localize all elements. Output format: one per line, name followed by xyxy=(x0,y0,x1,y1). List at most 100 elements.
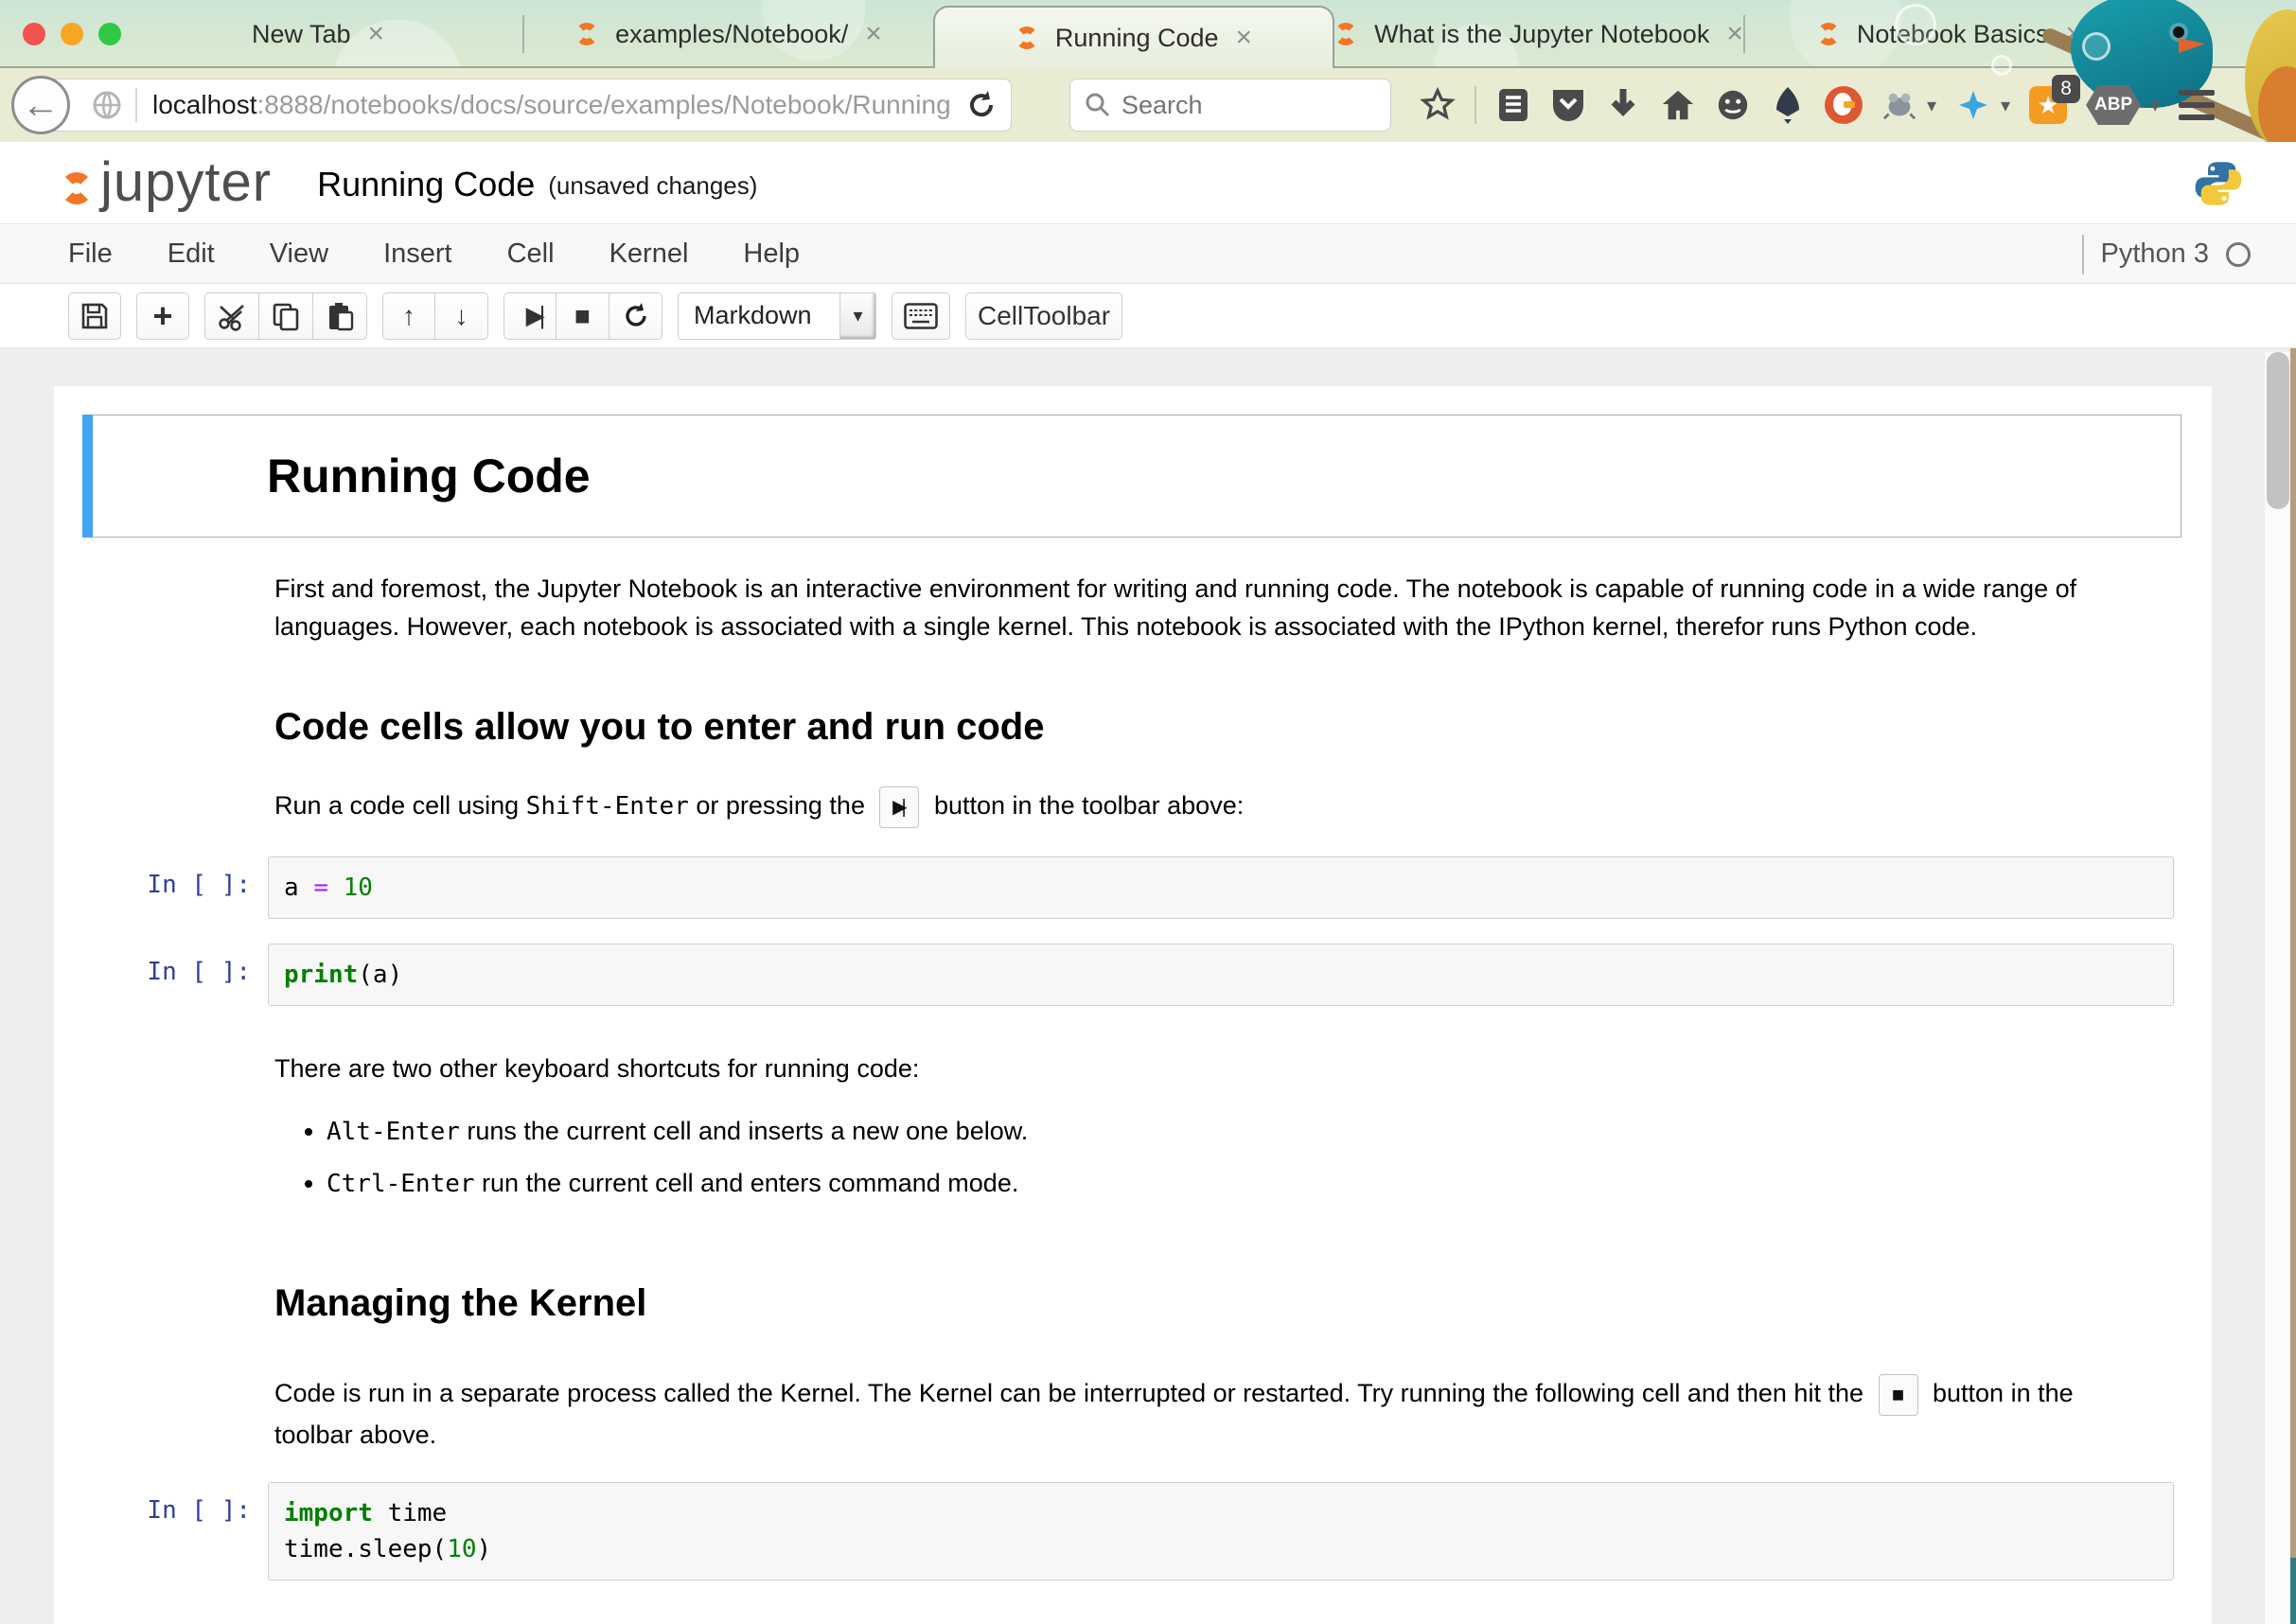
share-icon[interactable] xyxy=(1770,87,1806,123)
tab-close-icon[interactable]: × xyxy=(1726,18,1743,50)
tab-notebook-basics[interactable]: Notebook Basics × xyxy=(1745,0,2154,68)
command-palette-button[interactable] xyxy=(892,292,950,340)
tab-close-icon[interactable]: × xyxy=(368,18,385,50)
code-cell-3[interactable]: In [ ]: import time time.sleep(10) xyxy=(54,1482,2212,1580)
chevron-down-icon[interactable]: ▾ xyxy=(2001,94,2010,117)
menu-edit[interactable]: Edit xyxy=(168,238,215,270)
kernel-status: Python 3 xyxy=(2082,224,2251,284)
tab-close-icon[interactable]: × xyxy=(2066,18,2083,50)
celltoolbar-button[interactable]: CellToolbar xyxy=(965,292,1122,340)
notebook-toolbar: + ↑ ↓ ▶| ■ Markdown ▾ CellToolbar xyxy=(0,284,2296,348)
notebook-menubar: File Edit View Insert Cell Kernel Help P… xyxy=(0,224,2296,284)
run-instructions-paragraph[interactable]: Run a code cell using Shift-Enter or pre… xyxy=(54,786,2212,828)
tab-close-icon[interactable]: × xyxy=(865,18,882,50)
run-cell-button[interactable]: ▶| xyxy=(503,292,556,340)
download-icon[interactable] xyxy=(1605,87,1641,123)
notebook-area: Running Code First and foremost, the Jup… xyxy=(0,348,2296,1624)
scrollbar[interactable] xyxy=(2264,352,2290,1624)
menu-help[interactable]: Help xyxy=(743,238,800,270)
url-bar[interactable]: localhost :8888/notebooks/docs/source/ex… xyxy=(42,79,1012,132)
menu-kernel[interactable]: Kernel xyxy=(609,238,689,270)
home-icon[interactable] xyxy=(1660,87,1696,123)
chevron-down-icon[interactable]: ▾ xyxy=(2150,94,2160,117)
jupyter-logo-text: jupyter xyxy=(100,155,272,210)
tab-title: New Tab xyxy=(252,20,351,49)
kernel-divider xyxy=(2082,235,2084,274)
code-cell-1[interactable]: In [ ]: a = 10 xyxy=(54,856,2212,919)
tab-running-code-active[interactable]: Running Code × xyxy=(933,6,1334,68)
menu-insert[interactable]: Insert xyxy=(383,238,452,270)
window-close-button[interactable] xyxy=(23,23,45,45)
jupyter-favicon xyxy=(575,23,598,45)
list-item: Ctrl-Enter run the current cell and ente… xyxy=(327,1164,2212,1203)
text-run-post: button in the toolbar above: xyxy=(927,791,1244,820)
navbar-icons: ▾ ▾ ★ 8 ABP ▾ xyxy=(1420,68,2215,142)
move-cell-up-button[interactable]: ↑ xyxy=(382,292,435,340)
search-box[interactable] xyxy=(1069,79,1391,132)
tab-what-is-jupyter[interactable]: What is the Jupyter Notebook × xyxy=(1334,0,1743,68)
reading-list-icon[interactable] xyxy=(1495,87,1531,123)
jupyter-logo[interactable]: jupyter xyxy=(61,155,272,210)
kernel-paragraph[interactable]: Code is run in a separate process called… xyxy=(54,1374,2122,1454)
menu-view[interactable]: View xyxy=(270,238,328,270)
code-input[interactable]: print(a) xyxy=(268,944,2174,1006)
code-input[interactable]: a = 10 xyxy=(268,856,2174,919)
new-tab-button[interactable]: + xyxy=(2164,13,2211,59)
tab-title: Running Code xyxy=(1055,24,1219,53)
add-cell-button[interactable]: + xyxy=(136,292,189,340)
pocket-icon[interactable] xyxy=(1550,87,1586,123)
input-prompt: In [ ]: xyxy=(54,1482,268,1580)
tab-examples-notebook[interactable]: examples/Notebook/ × xyxy=(524,0,933,68)
tab-title: What is the Jupyter Notebook xyxy=(1374,20,1709,49)
input-prompt: In [ ]: xyxy=(54,944,268,1006)
extension-icon-3[interactable]: ★ 8 xyxy=(2029,86,2067,124)
adblock-plus-icon[interactable]: ABP xyxy=(2086,85,2141,125)
markdown-cell-selected[interactable]: Running Code xyxy=(82,415,2181,538)
move-cell-down-button[interactable]: ↓ xyxy=(435,292,488,340)
tab-close-icon[interactable]: × xyxy=(1236,22,1253,54)
chevron-down-icon[interactable]: ▾ xyxy=(1927,94,1936,117)
restart-kernel-button[interactable] xyxy=(609,292,662,340)
window-controls xyxy=(23,23,121,45)
duckduckgo-icon[interactable] xyxy=(1825,86,1863,124)
notebook-panel: Running Code First and foremost, the Jup… xyxy=(54,386,2212,1624)
menu-cell[interactable]: Cell xyxy=(507,238,555,270)
back-button[interactable]: ← xyxy=(11,76,70,134)
tab-bar: New Tab × examples/Notebook/ × Running C… xyxy=(0,0,2296,68)
cell-type-select[interactable]: Markdown ▾ xyxy=(678,292,876,340)
tabs: New Tab × examples/Notebook/ × Running C… xyxy=(114,0,2154,68)
extension-icon-2[interactable] xyxy=(1955,87,1991,123)
save-button[interactable] xyxy=(68,292,121,340)
text-kernel: Code is run in a separate process called… xyxy=(274,1379,1871,1407)
heading-code-cells[interactable]: Code cells allow you to enter and run co… xyxy=(54,706,2212,749)
paste-cell-button[interactable] xyxy=(313,292,367,340)
menu-file[interactable]: File xyxy=(68,238,113,270)
list-item: Alt-Enter runs the current cell and inse… xyxy=(327,1112,2212,1151)
copy-cell-button[interactable] xyxy=(259,292,313,340)
bookmark-star-icon[interactable] xyxy=(1420,87,1456,123)
interrupt-kernel-button[interactable]: ■ xyxy=(556,292,609,340)
feedback-smiley-icon[interactable] xyxy=(1715,87,1751,123)
clipped-paragraph[interactable]: If the Kernel dies you will be prompted … xyxy=(54,1616,2212,1624)
extension-icon-1[interactable] xyxy=(1881,87,1917,123)
cut-cell-button[interactable] xyxy=(204,292,259,340)
reload-button[interactable] xyxy=(965,89,998,121)
save-status: (unsaved changes) xyxy=(548,171,757,201)
jupyter-favicon xyxy=(1016,26,1038,49)
search-input[interactable] xyxy=(1122,91,1368,120)
window-minimize-button[interactable] xyxy=(61,23,83,45)
intro-paragraph[interactable]: First and foremost, the Jupyter Notebook… xyxy=(54,570,2122,645)
notebook-title[interactable]: Running Code xyxy=(317,165,535,204)
code-input[interactable]: import time time.sleep(10) xyxy=(268,1482,2174,1580)
shortcuts-paragraph[interactable]: There are two other keyboard shortcuts f… xyxy=(54,1050,2212,1087)
scrollbar-thumb[interactable] xyxy=(2267,352,2289,509)
heading-managing-kernel[interactable]: Managing the Kernel xyxy=(54,1282,2212,1325)
url-path: :8888/notebooks/docs/source/examples/Not… xyxy=(257,90,952,120)
code-cell-2[interactable]: In [ ]: print(a) xyxy=(54,944,2212,1006)
text-run-mid: or pressing the xyxy=(689,791,873,820)
python-logo xyxy=(2194,159,2243,208)
menu-hamburger-icon[interactable] xyxy=(2179,90,2215,120)
heading-running-code: Running Code xyxy=(83,449,591,503)
search-icon xyxy=(1084,91,1112,119)
tab-new-tab[interactable]: New Tab × xyxy=(114,0,522,68)
